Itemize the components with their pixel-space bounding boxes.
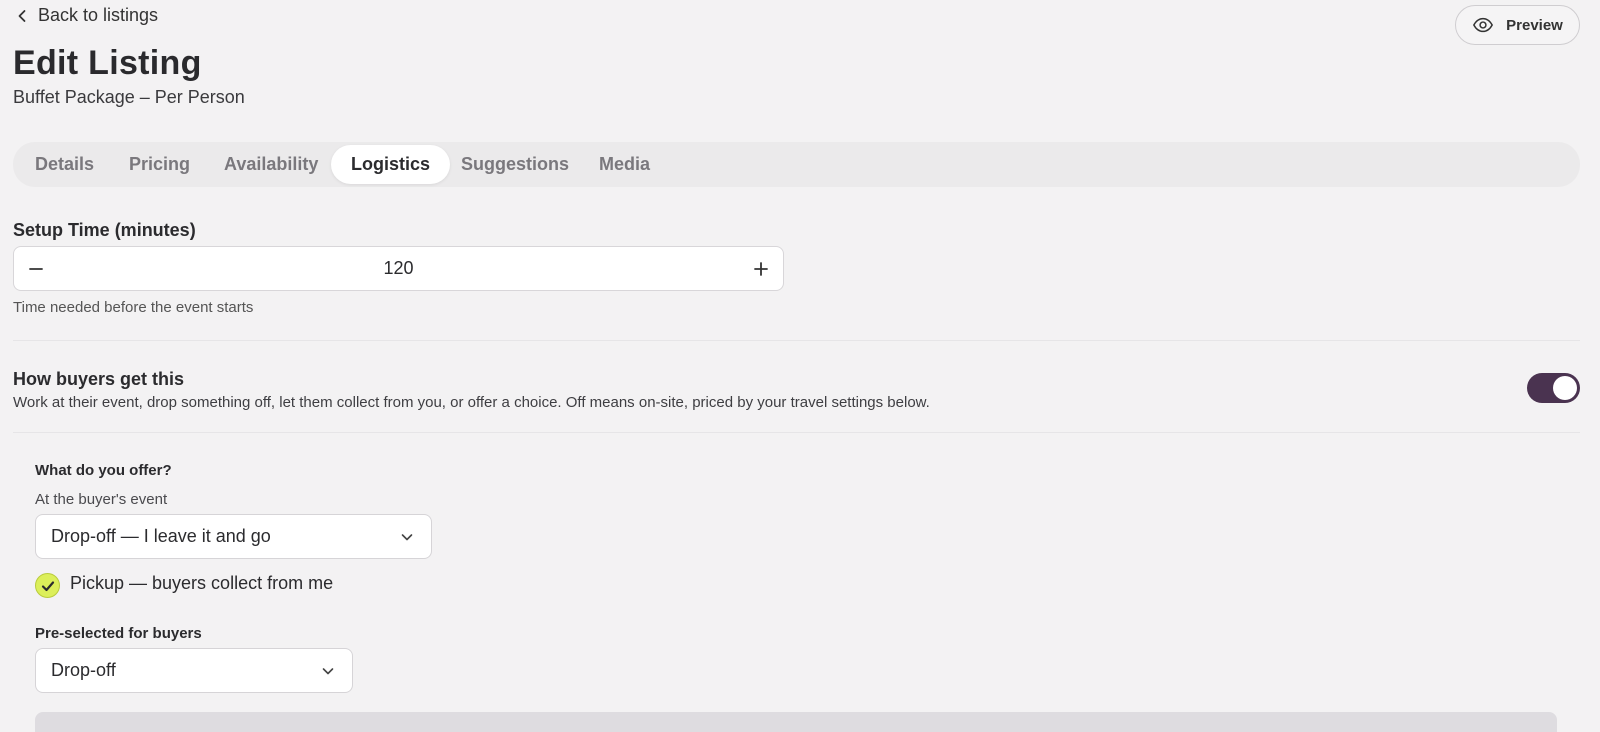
toggle-knob	[1553, 376, 1577, 400]
page-subtitle: Buffet Package – Per Person	[13, 87, 245, 107]
preview-button-label: Preview	[1506, 16, 1563, 34]
delivery-section-title: How buyers get this	[13, 369, 185, 389]
back-to-listings-link[interactable]: Back to listings	[14, 5, 158, 26]
plus-icon	[754, 261, 768, 276]
preselect-value: Drop-off	[51, 660, 116, 680]
offer-label: What do you offer?	[35, 462, 172, 479]
bottom-panel	[35, 712, 1557, 732]
eye-icon	[1473, 17, 1494, 33]
event-sublabel: At the buyer's event	[35, 491, 168, 508]
minus-icon	[29, 267, 43, 270]
setup-time-stepper: 120	[13, 246, 784, 291]
event-option-select[interactable]: Drop-off — I leave it and go	[35, 514, 432, 559]
event-option-value: Drop-off — I leave it and go	[51, 526, 271, 546]
chevron-left-icon	[18, 9, 26, 22]
tab-pricing[interactable]: Pricing	[109, 145, 210, 184]
back-link-label: Back to listings	[38, 5, 159, 25]
tab-availability[interactable]: Availability	[204, 145, 338, 184]
delivery-toggle[interactable]	[1527, 373, 1580, 403]
pickup-label[interactable]: Pickup — buyers collect from me	[70, 573, 333, 594]
tab-details[interactable]: Details	[15, 145, 114, 184]
decrement-button[interactable]	[14, 247, 58, 290]
preselect-select[interactable]: Drop-off	[35, 648, 353, 693]
tab-suggestions[interactable]: Suggestions	[441, 145, 589, 184]
chevron-down-icon	[401, 534, 413, 541]
divider	[13, 340, 1580, 341]
preselect-label: Pre-selected for buyers	[35, 625, 202, 642]
divider	[13, 432, 1580, 433]
page-title: Edit Listing	[13, 44, 202, 82]
setup-time-input[interactable]: 120	[58, 247, 739, 290]
pickup-checkbox[interactable]	[35, 573, 60, 598]
check-icon	[41, 580, 54, 591]
preview-button[interactable]: Preview	[1455, 5, 1580, 45]
setup-time-help: Time needed before the event starts	[13, 299, 254, 316]
tab-bar: Details Pricing Availability Logistics S…	[13, 142, 1580, 187]
chevron-down-icon	[322, 668, 334, 675]
increment-button[interactable]	[739, 247, 783, 290]
tab-logistics[interactable]: Logistics	[331, 145, 451, 184]
tab-media[interactable]: Media	[579, 145, 670, 184]
delivery-section-description: Work at their event, drop something off,…	[13, 394, 930, 411]
setup-time-label: Setup Time (minutes)	[13, 220, 196, 240]
